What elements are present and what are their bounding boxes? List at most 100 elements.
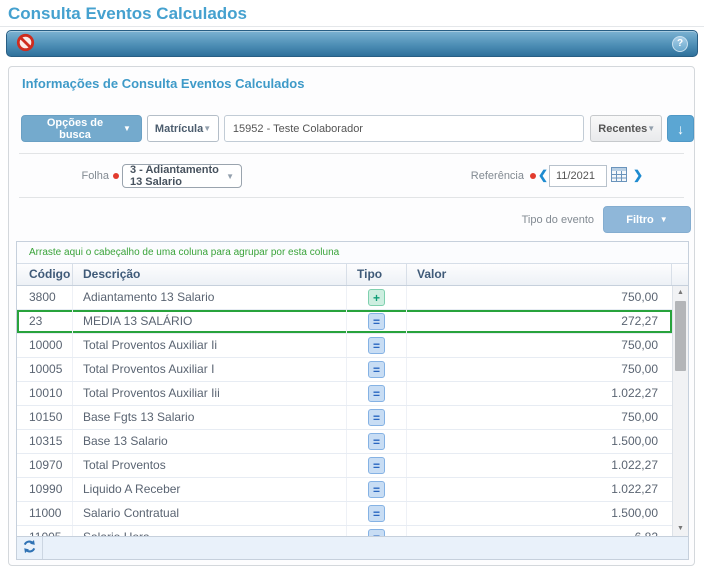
group-by-drop-zone[interactable]: Arraste aqui o cabeçalho de uma coluna p… [17,242,688,264]
cell-tipo: = [347,310,407,333]
filtro-button[interactable]: Filtro ▼ [603,206,691,233]
tipo-icon[interactable]: + [368,289,385,306]
cell-codigo: 10315 [17,430,73,453]
referencia-input[interactable] [549,165,607,187]
cell-valor: 1.500,00 [407,430,672,453]
recents-select[interactable]: Recentes ▼ [590,115,662,142]
refresh-cell [17,537,43,559]
cell-descricao: Total Proventos Auxiliar Iii [73,382,347,405]
search-options-label: Opções de busca [32,117,118,141]
tipo-icon[interactable]: = [368,529,385,536]
table-row[interactable]: 10000 Total Proventos Auxiliar Ii = 750,… [17,334,672,358]
previous-period-chevron[interactable]: ❮ [538,168,548,182]
content-panel: Informações de Consulta Eventos Calculad… [8,66,695,566]
cell-codigo: 10010 [17,382,73,405]
folha-value: 3 - Adiantamento 13 Salario [130,164,226,188]
calendar-button[interactable] [611,167,627,185]
tipo-icon[interactable]: = [368,337,385,354]
column-header-valor[interactable]: Valor [407,264,672,285]
tipo-icon[interactable]: = [368,457,385,474]
cell-descricao: Base 13 Salario [73,430,347,453]
column-header-tipo[interactable]: Tipo [347,264,407,285]
table-row[interactable]: 10315 Base 13 Salario = 1.500,00 [17,430,672,454]
table-row[interactable]: 10150 Base Fgts 13 Salario = 750,00 [17,406,672,430]
table-row[interactable]: 11000 Salario Contratual = 1.500,00 [17,502,672,526]
caret-down-icon: ▼ [203,124,211,133]
cell-valor: 1.022,27 [407,382,672,405]
cell-valor: 750,00 [407,286,672,309]
cell-valor: 750,00 [407,406,672,429]
tipo-icon[interactable]: = [368,433,385,450]
cell-tipo: = [347,334,407,357]
filter-row: Tipo do evento Filtro ▼ [9,206,694,233]
column-header-codigo[interactable]: Código [17,264,73,285]
folha-select[interactable]: 3 - Adiantamento 13 Salario ▼ [122,164,242,188]
tipo-icon[interactable]: = [368,361,385,378]
tipo-icon[interactable]: = [368,481,385,498]
cell-codigo: 10150 [17,406,73,429]
recents-label: Recentes [598,123,647,135]
filtro-label: Filtro [626,214,654,226]
table-row[interactable]: 10005 Total Proventos Auxiliar I = 750,0… [17,358,672,382]
cell-descricao: Adiantamento 13 Salario [73,286,347,309]
tipo-evento-label: Tipo do evento [469,214,594,226]
title-divider [0,26,704,27]
cell-tipo: = [347,526,407,536]
cell-valor: 272,27 [407,310,672,333]
required-dot [530,173,536,179]
cell-descricao: Salario Hora [73,526,347,536]
cell-codigo: 11005 [17,526,73,536]
search-options-button[interactable]: Opções de busca ▼ [21,115,142,142]
table-body: 3800 Adiantamento 13 Salario + 750,00 23… [17,286,688,536]
cell-valor: 750,00 [407,358,672,381]
page-title: Consulta Eventos Calculados [8,4,247,24]
table-header: Código Descrição Tipo Valor [17,264,688,286]
refresh-button[interactable] [22,539,37,557]
table-row[interactable]: 10990 Liquido A Receber = 1.022,27 [17,478,672,502]
required-dot [113,173,119,179]
table-row[interactable]: 11005 Salario Hora = 6,82 [17,526,672,536]
help-button[interactable]: ? [672,36,688,52]
cell-descricao: Total Proventos Auxiliar Ii [73,334,347,357]
caret-down-icon: ▼ [226,172,234,181]
search-field-label: Matrícula [155,123,203,135]
caret-down-icon: ▼ [647,124,655,133]
table-footer [17,536,688,559]
events-table: Arraste aqui o cabeçalho de uma coluna p… [16,241,689,560]
column-header-descricao[interactable]: Descrição [73,264,347,285]
help-icon: ? [677,38,683,49]
table-row[interactable]: 10010 Total Proventos Auxiliar Iii = 1.0… [17,382,672,406]
scroll-down-icon[interactable]: ▼ [673,522,688,536]
cell-valor: 1.022,27 [407,478,672,501]
cell-valor: 750,00 [407,334,672,357]
cell-tipo: = [347,430,407,453]
scrollbar-thumb[interactable] [675,301,686,371]
table-row[interactable]: 10970 Total Proventos = 1.022,27 [17,454,672,478]
section-title: Informações de Consulta Eventos Calculad… [22,76,304,91]
caret-down-icon: ▼ [660,215,668,224]
scroll-up-icon[interactable]: ▲ [673,286,688,300]
tipo-icon[interactable]: = [368,505,385,522]
cell-tipo: = [347,382,407,405]
table-row[interactable]: 23 MEDIA 13 SALÁRIO = 272,27 [17,310,672,334]
cell-codigo: 23 [17,310,73,333]
cell-descricao: Total Proventos [73,454,347,477]
search-row: Opções de busca ▼ Matrícula ▼ Recentes ▼… [21,115,694,142]
caret-down-icon: ▼ [123,124,131,133]
cell-tipo: = [347,358,407,381]
table-row[interactable]: 3800 Adiantamento 13 Salario + 750,00 [17,286,672,310]
sheet-reference-row: Folha 3 - Adiantamento 13 Salario ▼ Refe… [9,163,694,189]
vertical-scrollbar[interactable]: ▲ ▼ [672,286,688,536]
search-submit-button[interactable]: ↓ [667,115,694,142]
divider [19,197,684,198]
tipo-icon[interactable]: = [368,409,385,426]
cell-codigo: 11000 [17,502,73,525]
cell-descricao: Liquido A Receber [73,478,347,501]
tipo-icon[interactable]: = [368,313,385,330]
next-period-chevron[interactable]: ❯ [633,168,643,182]
block-button[interactable] [16,33,35,55]
search-input[interactable] [224,115,584,142]
tipo-icon[interactable]: = [368,385,385,402]
search-field-select[interactable]: Matrícula ▼ [147,115,219,142]
cell-tipo: + [347,286,407,309]
